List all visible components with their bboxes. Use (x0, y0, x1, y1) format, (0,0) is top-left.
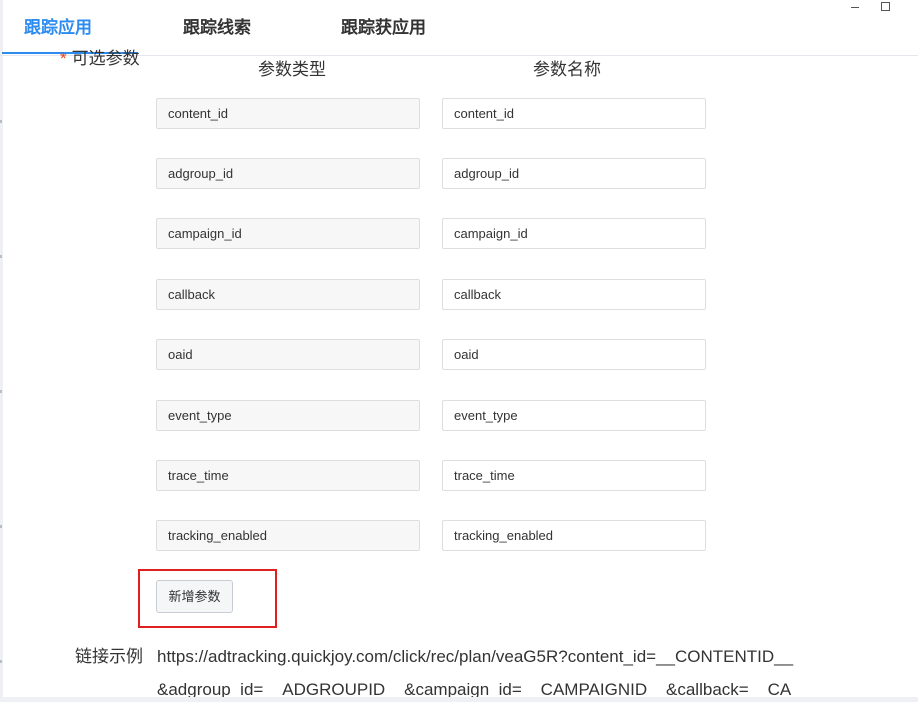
param-type-field: tracking_enabled (156, 520, 420, 551)
param-type-field: campaign_id (156, 218, 420, 249)
optional-params-title: 可选参数 (71, 49, 140, 68)
param-name-input[interactable]: callback (442, 279, 706, 310)
required-marker: * (60, 49, 67, 68)
param-name-input[interactable]: content_id (442, 98, 706, 129)
edge-tick (0, 660, 2, 663)
edge-tick (0, 390, 2, 393)
param-type-field: callback (156, 279, 420, 310)
link-example-line: https://adtracking.quickjoy.com/click/re… (157, 647, 794, 666)
tab-track-leads[interactable]: 跟踪线索 (183, 18, 251, 38)
edge-tick (0, 525, 2, 528)
maximize-icon[interactable] (878, 0, 892, 14)
tab-track-app[interactable]: 跟踪应用 (24, 18, 92, 38)
param-name-input[interactable]: trace_time (442, 460, 706, 491)
edge-tick (0, 255, 2, 258)
optional-params-label: * 可选参数 (60, 49, 140, 69)
bottom-scroll-edge (0, 697, 918, 702)
param-name-input[interactable]: adgroup_id (442, 158, 706, 189)
param-type-header: 参数类型 (258, 60, 326, 79)
param-name-input[interactable]: oaid (442, 339, 706, 370)
param-name-input[interactable]: campaign_id (442, 218, 706, 249)
param-name-input[interactable]: event_type (442, 400, 706, 431)
param-type-field: event_type (156, 400, 420, 431)
param-type-field: trace_time (156, 460, 420, 491)
tab-bar: 跟踪应用 跟踪线索 跟踪获应用 (0, 0, 918, 56)
param-name-input[interactable]: tracking_enabled (442, 520, 706, 551)
tab-track-get-app[interactable]: 跟踪获应用 (341, 18, 426, 38)
param-type-field: oaid (156, 339, 420, 370)
edge-tick (0, 120, 2, 123)
link-example-label: 链接示例 (75, 647, 143, 666)
param-type-field: content_id (156, 98, 420, 129)
param-type-field: adgroup_id (156, 158, 420, 189)
left-edge (0, 0, 3, 702)
minimize-icon[interactable] (848, 0, 862, 14)
param-name-header: 参数名称 (533, 60, 601, 79)
add-param-button[interactable]: 新增参数 (156, 580, 233, 613)
